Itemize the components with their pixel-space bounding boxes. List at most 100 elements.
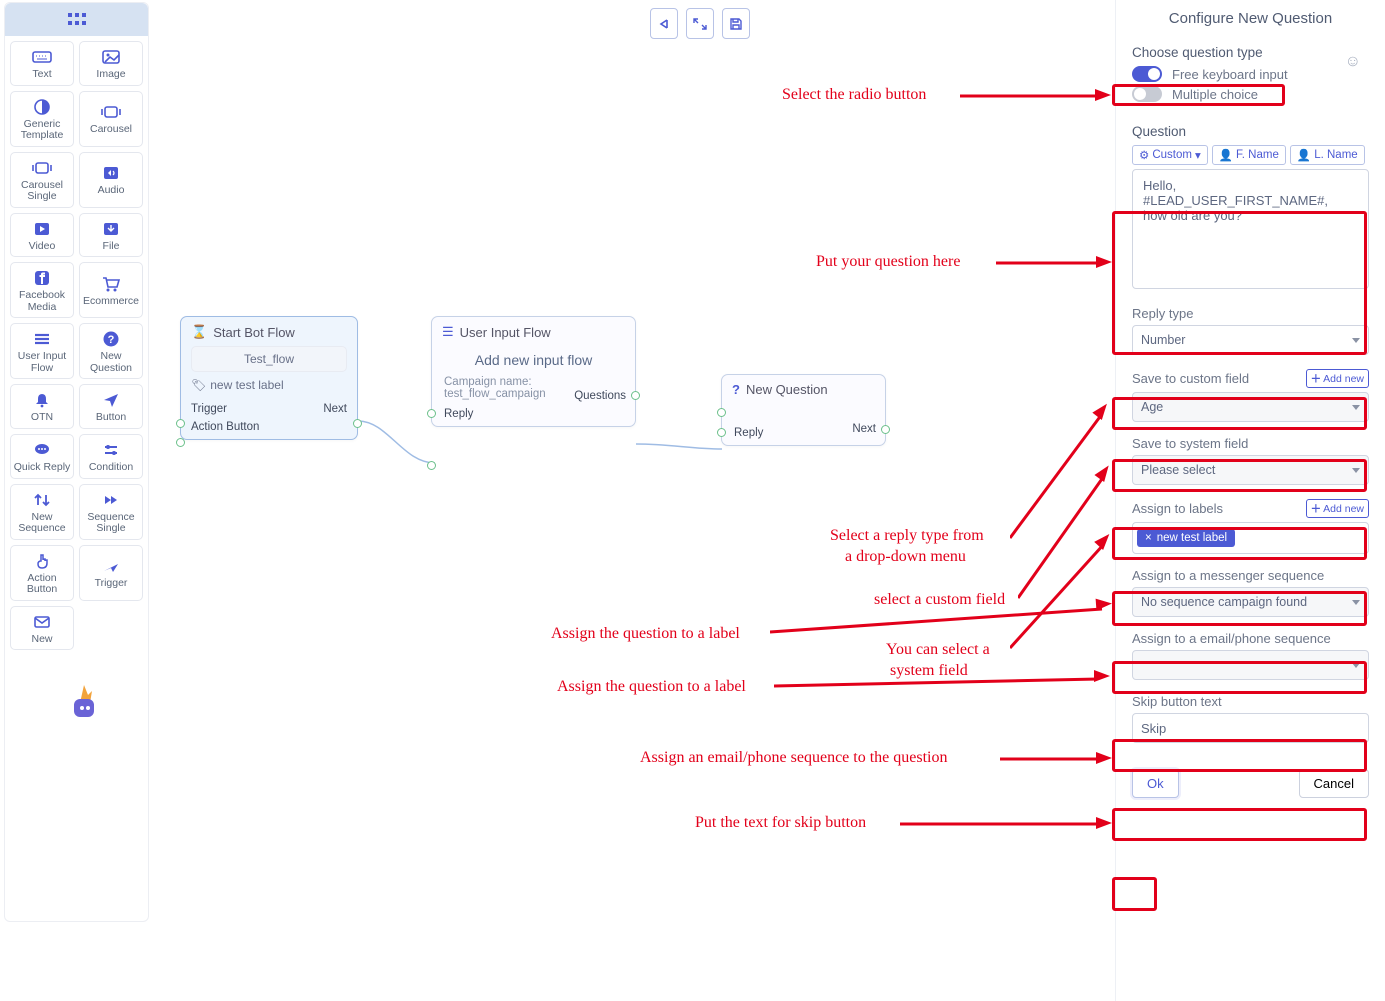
- sidebar-item-condition[interactable]: Condition: [79, 434, 143, 479]
- sort-icon: [32, 491, 52, 509]
- sidebar-item-label: Sequence Single: [82, 512, 140, 535]
- question-heading: Question: [1132, 124, 1369, 139]
- save-system-select[interactable]: Please select: [1132, 455, 1369, 485]
- cancel-button[interactable]: Cancel: [1299, 769, 1369, 798]
- sidebar-item-label: Button: [96, 412, 126, 424]
- node-title: New Question: [746, 382, 828, 397]
- sidebar-item-label: New: [31, 634, 52, 646]
- port-reply[interactable]: [717, 428, 726, 437]
- sidebar-item-action-button[interactable]: Action Button: [10, 545, 74, 601]
- choose-question-type-label: Choose question type: [1132, 45, 1369, 60]
- sidebar-item-label: Quick Reply: [14, 462, 71, 474]
- question-icon: ?: [101, 330, 121, 348]
- plane-icon: [101, 557, 121, 575]
- option-multiple-choice[interactable]: Multiple choice: [1132, 86, 1369, 102]
- node-user-input-flow[interactable]: ☰User Input Flow Add new input flow Camp…: [431, 316, 636, 427]
- assign-messenger-label: Assign to a messenger sequence: [1132, 568, 1324, 583]
- facebook-icon: [32, 269, 52, 287]
- port-action-button[interactable]: [176, 438, 185, 447]
- chevron-down-icon: [1352, 338, 1360, 343]
- chevron-down-icon: [1352, 663, 1360, 668]
- sidebar-item-video[interactable]: Video: [10, 213, 74, 258]
- sidebar-item-ecommerce[interactable]: Ecommerce: [79, 262, 143, 318]
- assign-labels-box[interactable]: ×new test label: [1132, 522, 1369, 554]
- sidebar-item-new-question[interactable]: ?New Question: [79, 323, 143, 379]
- reply-type-select[interactable]: Number: [1132, 325, 1369, 355]
- assign-email-select[interactable]: [1132, 650, 1369, 680]
- sidebar-item-label: User Input Flow: [13, 351, 71, 374]
- sidebar-item-label: New Sequence: [13, 512, 71, 535]
- option-free-keyboard[interactable]: Free keyboard input: [1132, 66, 1369, 82]
- node-new-question[interactable]: ?New Question Next Reply: [721, 374, 886, 446]
- sidebar-item-label: Condition: [89, 462, 133, 474]
- port-action-label: Action Button: [191, 421, 259, 433]
- toggle-free-keyboard[interactable]: [1132, 66, 1162, 82]
- port-next-label: Next: [323, 403, 347, 415]
- toggle-multiple-label: Multiple choice: [1172, 87, 1258, 102]
- menu-icon: [32, 330, 52, 348]
- flow-name-field[interactable]: Test_flow: [191, 346, 347, 372]
- sidebar-item-label: Text: [32, 69, 51, 81]
- sliders-icon: [101, 441, 121, 459]
- port-reply[interactable]: [427, 409, 436, 418]
- sidebar-item-facebook-media[interactable]: Facebook Media: [10, 262, 74, 318]
- port-in[interactable]: [427, 461, 436, 470]
- add-new-label[interactable]: ＋Add new: [1306, 499, 1369, 518]
- add-input-flow-button[interactable]: Add new input flow: [432, 346, 635, 376]
- sidebar-item-audio[interactable]: Audio: [79, 152, 143, 208]
- port-questions-label: Questions: [574, 390, 626, 402]
- sidebar-item-sequence-single[interactable]: Sequence Single: [79, 484, 143, 540]
- port-questions[interactable]: [631, 391, 640, 400]
- emoji-picker-icon[interactable]: ☺: [1345, 53, 1361, 71]
- tap-icon: [32, 552, 52, 570]
- question-icon: ?: [732, 382, 740, 397]
- sidebar-item-button[interactable]: Button: [79, 384, 143, 429]
- sidebar-header-icon[interactable]: [5, 3, 148, 36]
- sidebar-item-otn[interactable]: OTN: [10, 384, 74, 429]
- flow-label-display: 🏷new test label: [191, 378, 347, 392]
- token-fname[interactable]: 👤F. Name: [1212, 145, 1286, 165]
- chevron-down-icon: [1352, 468, 1360, 473]
- skip-text-label: Skip button text: [1132, 694, 1222, 709]
- annotation-text: a drop-down menu: [845, 548, 966, 566]
- token-custom[interactable]: ⚙Custom▾: [1132, 145, 1208, 165]
- sidebar-item-text[interactable]: Text: [10, 41, 74, 86]
- chevron-down-icon: ▾: [1195, 148, 1201, 162]
- sidebar-item-user-input-flow[interactable]: User Input Flow: [10, 323, 74, 379]
- sidebar-item-file[interactable]: File: [79, 213, 143, 258]
- sidebar-item-generic-template[interactable]: Generic Template: [10, 91, 74, 147]
- keyboard-icon: [32, 48, 52, 66]
- add-new-custom-field[interactable]: ＋Add new: [1306, 369, 1369, 388]
- close-icon[interactable]: ×: [1145, 532, 1152, 544]
- sidebar-item-label: File: [103, 241, 120, 253]
- sidebar-item-carousel-single[interactable]: Carousel Single: [10, 152, 74, 208]
- port-next[interactable]: [353, 419, 362, 428]
- configure-panel: Configure New Question Choose question t…: [1115, 0, 1385, 1001]
- tag-icon: 🏷: [191, 378, 206, 392]
- node-start-bot-flow[interactable]: ⌛Start Bot Flow Test_flow 🏷new test labe…: [180, 316, 358, 440]
- video-icon: [32, 220, 52, 238]
- save-custom-select[interactable]: Age: [1132, 392, 1369, 422]
- token-lname[interactable]: 👤L. Name: [1290, 145, 1365, 165]
- port-in[interactable]: [717, 408, 726, 417]
- reply-type-label: Reply type: [1132, 306, 1193, 321]
- skip-text-input[interactable]: [1132, 713, 1369, 743]
- sidebar-item-label: Carousel Single: [13, 180, 71, 203]
- question-textarea[interactable]: [1132, 169, 1369, 289]
- sidebar-item-new[interactable]: New: [10, 606, 74, 651]
- port-next[interactable]: [881, 425, 890, 434]
- toggle-multiple-choice[interactable]: [1132, 86, 1162, 102]
- sidebar-item-label: Ecommerce: [83, 296, 139, 308]
- port-trigger[interactable]: [176, 419, 185, 428]
- sidebar-item-new-sequence[interactable]: New Sequence: [10, 484, 74, 540]
- sidebar-item-quick-reply[interactable]: Quick Reply: [10, 434, 74, 479]
- label-chip[interactable]: ×new test label: [1137, 529, 1235, 547]
- svg-text:?: ?: [108, 334, 115, 346]
- chevron-down-icon: [1352, 600, 1360, 605]
- sidebar-item-trigger[interactable]: Trigger: [79, 545, 143, 601]
- sidebar-item-image[interactable]: Image: [79, 41, 143, 86]
- assign-messenger-select[interactable]: No sequence campaign found: [1132, 587, 1369, 617]
- sidebar-item-carousel[interactable]: Carousel: [79, 91, 143, 147]
- annotation-text: Select the radio button: [782, 86, 926, 104]
- ok-button[interactable]: Ok: [1132, 769, 1179, 798]
